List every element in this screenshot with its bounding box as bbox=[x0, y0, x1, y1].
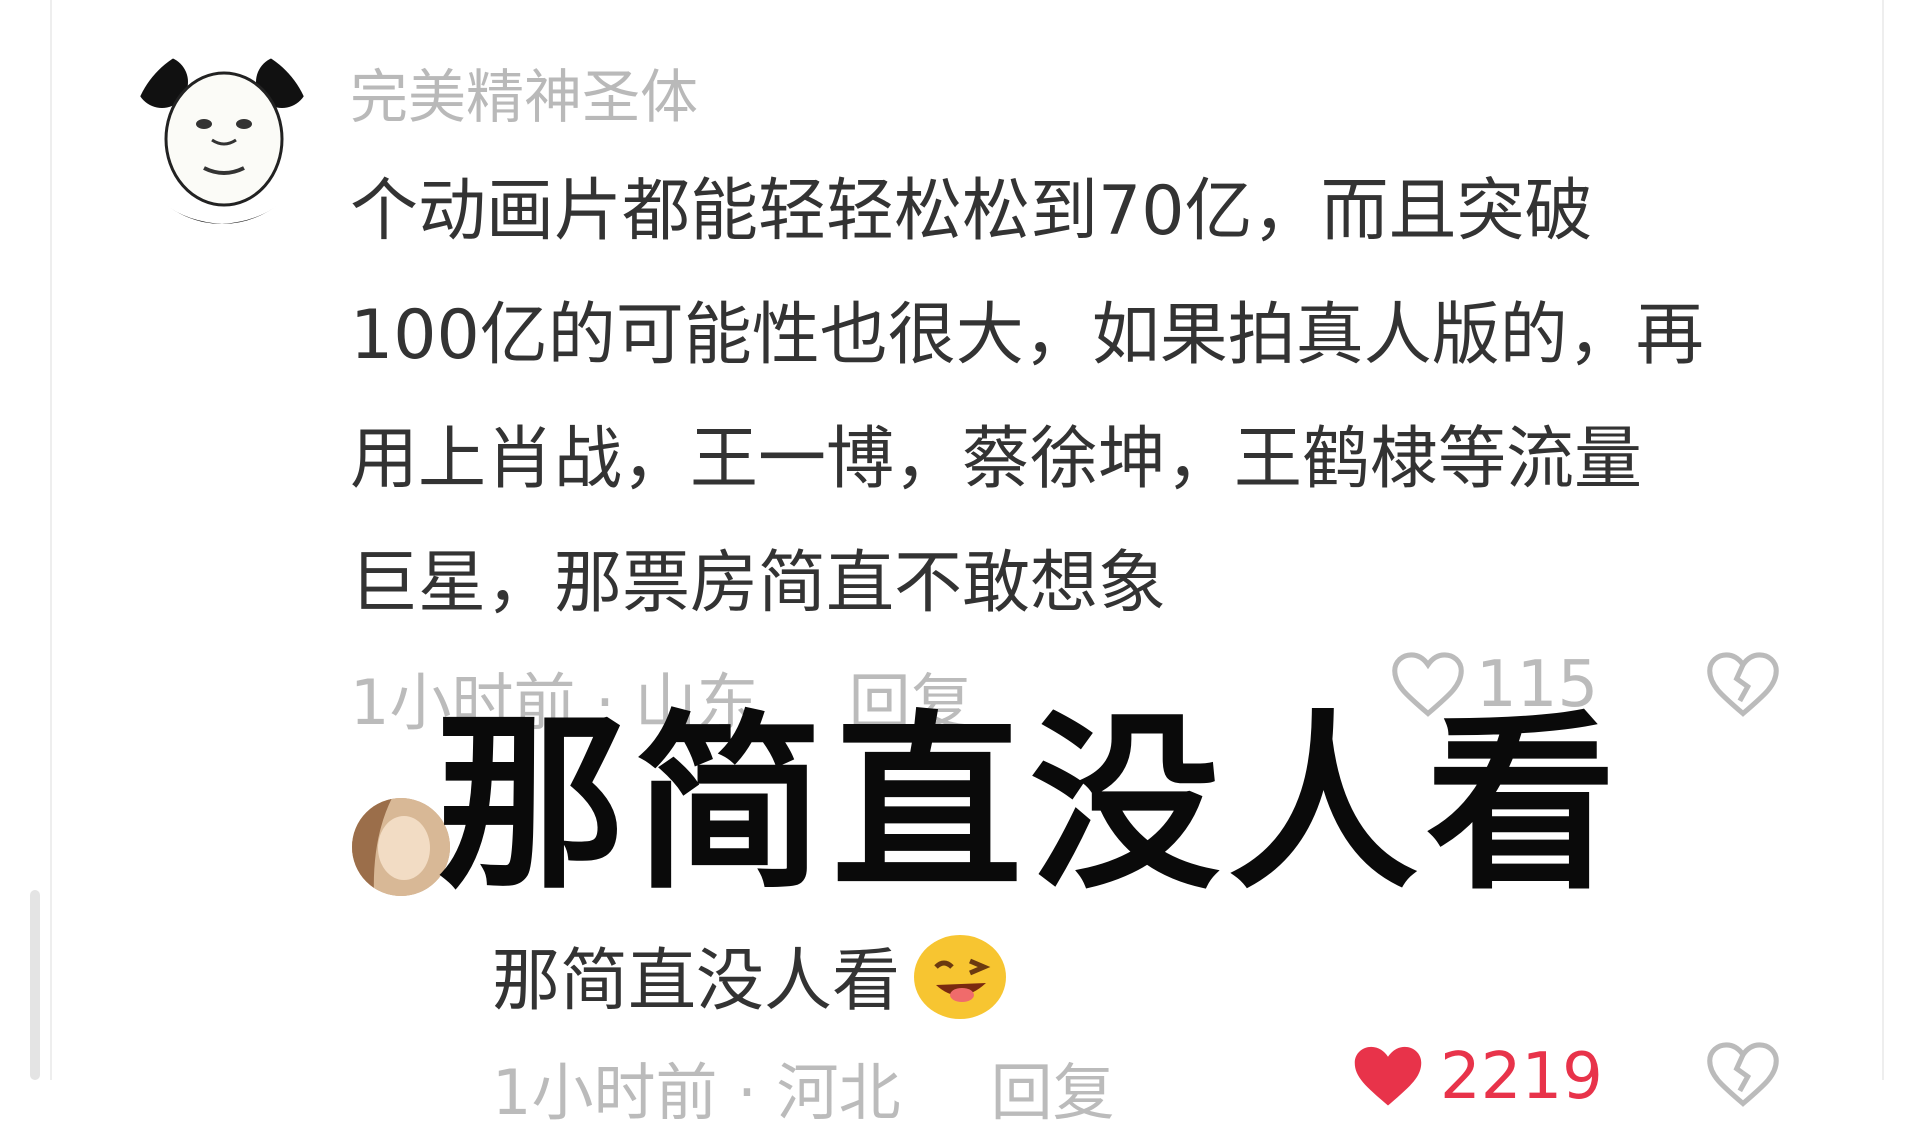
comment-username[interactable]: 完美精神圣体 bbox=[350, 50, 698, 134]
scrollbar[interactable] bbox=[30, 890, 40, 1080]
comment-line: 巨星，那票房简直不敢想象 bbox=[350, 544, 1167, 623]
wink-tongue-emoji-icon bbox=[914, 934, 1007, 1019]
broken-heart-icon bbox=[1707, 1042, 1779, 1107]
comment-line: 100亿的可能性也很大，如果拍真人版的，再 bbox=[350, 296, 1704, 375]
reply-time-location: 1小时前 · 河北 bbox=[492, 1056, 901, 1129]
reply-dislike-button[interactable] bbox=[1705, 1040, 1781, 1114]
reply-text: 那简直没人看 bbox=[492, 925, 1010, 1024]
heart-filled-icon bbox=[1354, 1046, 1422, 1106]
panda-meme-avatar-icon bbox=[132, 44, 312, 224]
comment-text: 个动画片都能轻轻松松到70亿，而且突破 100亿的可能性也很大，如果拍真人版的，… bbox=[350, 150, 1830, 646]
comment-line: 个动画片都能轻轻松松到70亿，而且突破 bbox=[350, 172, 1593, 251]
reply-like-button[interactable]: 2219 bbox=[1350, 1040, 1603, 1114]
overlay-caption: 那简直没人看 bbox=[435, 694, 1624, 915]
comment-line: 用上肖战，王一博，蔡徐坤，王鹤棣等流量 bbox=[350, 420, 1643, 499]
reply-meta: 1小时前 · 河北 回复 bbox=[492, 1042, 1115, 1132]
user-avatar[interactable] bbox=[132, 44, 312, 224]
reply-message: 那简直没人看 bbox=[492, 942, 901, 1021]
reply-reply-button[interactable]: 回复 bbox=[991, 1042, 1115, 1132]
reply-like-count: 2219 bbox=[1440, 1040, 1603, 1114]
